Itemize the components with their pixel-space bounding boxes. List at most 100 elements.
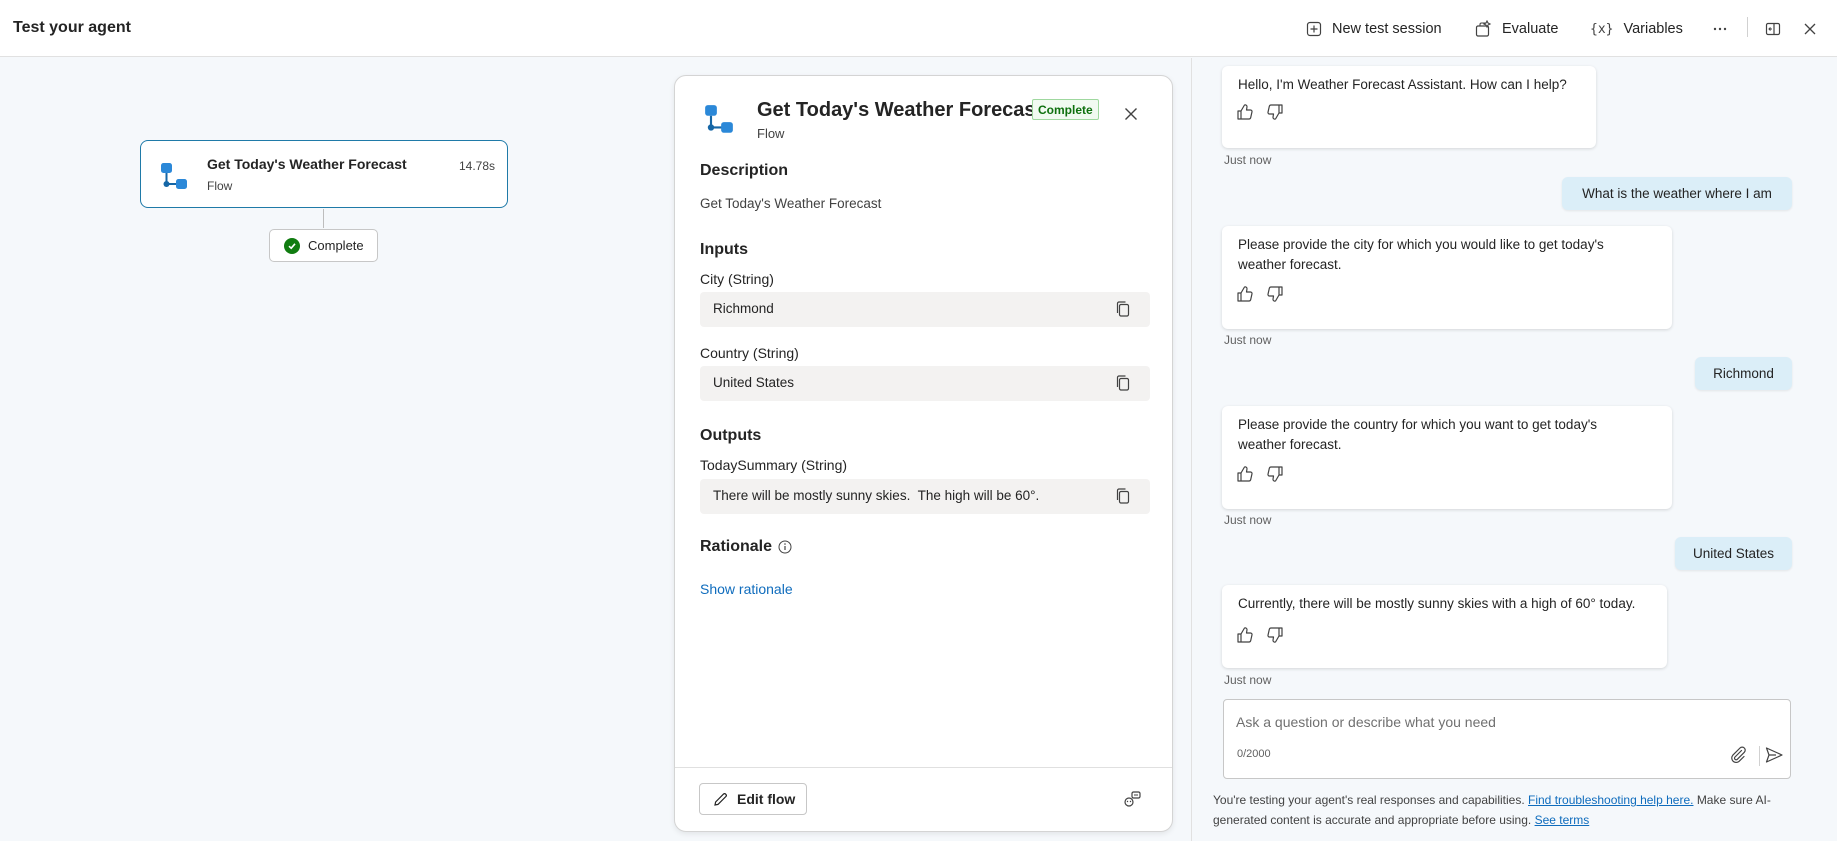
- disclaimer-text: generated content is accurate and approp…: [1213, 813, 1532, 827]
- evaluate-icon: [1475, 20, 1492, 37]
- input-value-city: Richmond: [713, 301, 774, 316]
- flow-icon: [705, 105, 733, 133]
- chat-pane: Hello, I'm Weather Forecast Assistant. H…: [1191, 58, 1837, 841]
- bot-message-text: weather forecast.: [1238, 437, 1342, 452]
- status-badge: Complete: [1032, 99, 1099, 120]
- header-divider: [1747, 17, 1748, 37]
- panel-footer: Edit flow: [675, 767, 1172, 831]
- input-label-city: City (String): [700, 271, 774, 287]
- output-field-summary: There will be mostly sunny skies. The hi…: [700, 479, 1150, 514]
- copy-summary-button[interactable]: [1114, 487, 1132, 505]
- variables-label: Variables: [1623, 21, 1683, 37]
- close-pane-button[interactable]: [1799, 18, 1821, 40]
- bot-message: Please provide the city for which you wo…: [1222, 226, 1672, 329]
- thumbs-up-icon[interactable]: [1236, 285, 1254, 303]
- thumbs-down-icon[interactable]: [1266, 465, 1284, 483]
- add-square-icon: [1306, 21, 1322, 37]
- bot-message: Hello, I'm Weather Forecast Assistant. H…: [1222, 66, 1596, 148]
- disclaimer: You're testing your agent's real respons…: [1213, 790, 1813, 830]
- node-connector: [323, 209, 324, 228]
- thumbs-down-icon[interactable]: [1266, 103, 1284, 121]
- copy-city-button[interactable]: [1114, 300, 1132, 318]
- thumbs-up-icon[interactable]: [1236, 103, 1254, 121]
- user-message: What is the weather where I am: [1562, 177, 1792, 210]
- check-icon: [284, 237, 300, 254]
- rationale-heading: Rationale: [700, 538, 773, 555]
- input-divider: [1759, 746, 1760, 766]
- flow-node-subtitle: Flow: [207, 179, 233, 193]
- edit-flow-label: Edit flow: [737, 791, 796, 807]
- input-field-country: United States: [700, 366, 1150, 401]
- flow-node-title: Get Today's Weather Forecast: [207, 156, 407, 172]
- copy-country-button[interactable]: [1114, 374, 1132, 392]
- variables-button[interactable]: {x} Variables: [1590, 18, 1683, 40]
- bot-message-text: Currently, there will be mostly sunny sk…: [1238, 596, 1636, 611]
- top-bar: Test your agent New test session Evaluat…: [0, 0, 1837, 57]
- evaluate-button[interactable]: Evaluate: [1474, 18, 1558, 40]
- thumbs-up-icon[interactable]: [1236, 465, 1254, 483]
- reaction-row: [1236, 626, 1284, 644]
- send-icon[interactable]: [1764, 745, 1784, 765]
- bot-message: Currently, there will be mostly sunny sk…: [1222, 585, 1667, 668]
- new-test-session-button[interactable]: New test session: [1306, 18, 1442, 40]
- panel-subtitle: Flow: [757, 126, 785, 141]
- flow-node-duration: 14.78s: [458, 159, 495, 173]
- bot-message-text: Please provide the city for which you wo…: [1238, 237, 1604, 252]
- agent-icon[interactable]: [1122, 790, 1142, 810]
- input-field-city: Richmond: [700, 292, 1150, 327]
- flow-icon: [161, 163, 187, 189]
- message-timestamp: Just now: [1224, 673, 1272, 687]
- reaction-row: [1236, 285, 1284, 303]
- more-options-button[interactable]: [1709, 18, 1731, 40]
- attach-icon[interactable]: [1728, 745, 1748, 765]
- bot-message-text: weather forecast.: [1238, 257, 1342, 272]
- copy-icon: [1116, 375, 1130, 391]
- close-icon: [1125, 108, 1137, 120]
- bot-message-text: Hello, I'm Weather Forecast Assistant. H…: [1238, 77, 1567, 92]
- reaction-row: [1236, 103, 1284, 121]
- show-rationale-link[interactable]: Show rationale: [700, 581, 793, 597]
- troubleshooting-link[interactable]: Find troubleshooting help here.: [1528, 793, 1693, 807]
- evaluate-label: Evaluate: [1502, 21, 1559, 37]
- output-value-summary: There will be mostly sunny skies. The hi…: [713, 488, 1040, 503]
- bot-message: Please provide the country for which you…: [1222, 406, 1672, 509]
- close-icon: [1804, 23, 1816, 35]
- variables-icon: {x}: [1590, 21, 1614, 37]
- copy-icon: [1116, 488, 1130, 504]
- chat-input[interactable]: [1236, 714, 1736, 730]
- panel-title: Get Today's Weather Forecast: [757, 99, 1043, 121]
- user-message: United States: [1675, 537, 1792, 570]
- bot-message-text: Please provide the country for which you…: [1238, 417, 1598, 432]
- new-test-session-label: New test session: [1332, 21, 1442, 37]
- input-value-country: United States: [713, 375, 795, 390]
- edit-flow-button[interactable]: Edit flow: [699, 783, 807, 815]
- description-text: Get Today's Weather Forecast: [700, 196, 882, 211]
- reaction-row: [1236, 465, 1284, 483]
- panel-toggle-icon: [1765, 22, 1781, 36]
- inputs-heading: Inputs: [700, 241, 748, 258]
- copy-icon: [1116, 301, 1130, 317]
- thumbs-up-icon[interactable]: [1236, 626, 1254, 644]
- output-label-summary: TodaySummary (String): [700, 457, 848, 473]
- thumbs-down-icon[interactable]: [1266, 285, 1284, 303]
- status-chip: Complete: [269, 229, 378, 262]
- page-title: Test your agent: [13, 19, 131, 36]
- rationale-heading-row: Rationale: [700, 538, 792, 556]
- flow-details-panel: Get Today's Weather Forecast Complete Fl…: [674, 75, 1173, 832]
- user-message: Richmond: [1695, 357, 1792, 390]
- disclaimer-text: You're testing your agent's real respons…: [1213, 793, 1525, 807]
- description-heading: Description: [700, 162, 789, 179]
- input-label-country: Country (String): [700, 345, 799, 361]
- flow-node[interactable]: Get Today's Weather Forecast Flow 14.78s: [140, 140, 508, 208]
- char-count: 0/2000: [1237, 748, 1271, 760]
- toggle-panel-button[interactable]: [1762, 18, 1784, 40]
- see-terms-link[interactable]: See terms: [1535, 813, 1590, 827]
- close-panel-button[interactable]: [1121, 104, 1141, 124]
- message-timestamp: Just now: [1224, 333, 1272, 347]
- outputs-heading: Outputs: [700, 427, 762, 444]
- message-timestamp: Just now: [1224, 513, 1272, 527]
- info-icon[interactable]: [778, 540, 792, 554]
- more-icon: [1713, 27, 1727, 31]
- thumbs-down-icon[interactable]: [1266, 626, 1284, 644]
- disclaimer-text: Make sure AI-: [1696, 793, 1771, 807]
